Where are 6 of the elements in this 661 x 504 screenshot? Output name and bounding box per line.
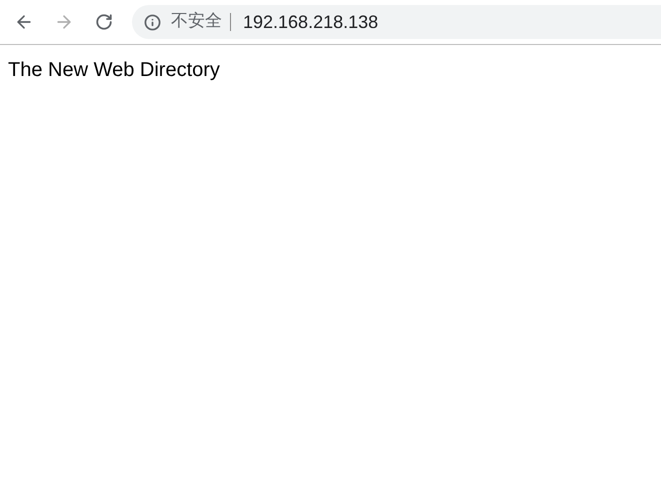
address-bar[interactable]: 不安全 192.168.218.138: [132, 5, 661, 39]
page-heading: The New Web Directory: [8, 58, 221, 83]
reload-icon: [95, 13, 113, 31]
info-icon: [144, 14, 161, 30]
url-text: 192.168.218.138: [243, 10, 378, 34]
security-label: 不安全: [171, 10, 222, 34]
